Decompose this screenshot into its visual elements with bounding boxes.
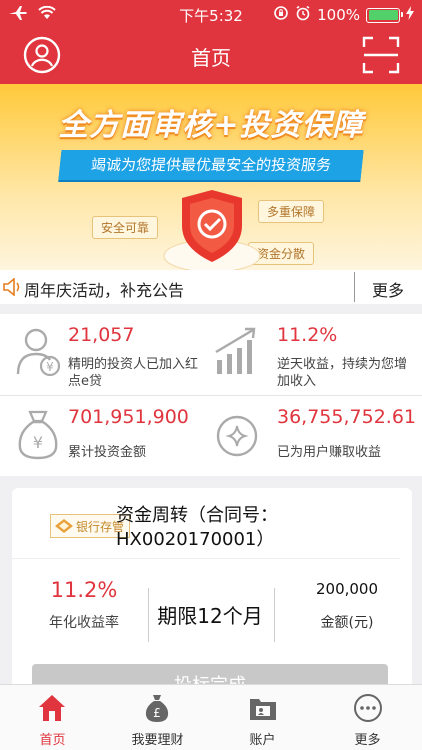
promo-banner[interactable]: 全方面审核+投资保障 竭诚为您提供最优最安全的投资服务 安全可靠 多重保障 资金… [0,84,422,270]
stat-yield: 11.2% 逆天收益，持续为您增加收入 [211,314,422,394]
earnings-icon [216,415,258,457]
stat-total-invested: ¥ 701,951,900 累计投资金额 [0,396,211,476]
stat-investors: ¥ 21,057 精明的投资人已加入红点e贷 [0,314,211,394]
growth-chart-icon [215,327,256,374]
platform-stats: ¥ 21,057 精明的投资人已加入红点e贷 11.2% 逆天收益，持续为您增加… [0,314,422,476]
battery-icon [366,7,403,23]
announcement-text[interactable]: 周年庆活动，补充公告 [24,277,184,301]
diamond-logo-icon [55,519,73,533]
stat-total-earnings: 36,755,752.61 已为用户赚取收益 [211,396,422,476]
money-bag-icon: £ [145,695,169,722]
announcement-more-link[interactable]: 更多 [372,277,404,301]
rate-column: 11.2% 年化收益率 [34,578,134,632]
banner-tag-guarantee: 多重保障 [258,200,325,223]
more-icon [354,694,382,722]
battery-percent: 100% [317,6,360,24]
stat-desc: 精明的投资人已加入红点e贷 [68,357,199,389]
tab-account[interactable]: 账户 [210,685,315,750]
product-title[interactable]: 资金周转（合同号：HX0020170001） [116,504,376,552]
loan-amount: 200,000 [315,580,379,598]
divider [354,272,355,302]
tab-label: 更多 [354,733,381,748]
tab-label: 我要理财 [131,733,184,748]
stat-value: 11.2% [277,324,338,346]
svg-text:¥: ¥ [46,360,54,374]
term-length: 期限12个月 [157,604,263,628]
amount-column: 200,000 金额(元) [282,580,412,632]
alarm-icon [295,5,311,25]
home-icon [39,695,65,721]
charging-icon [406,6,414,24]
annual-rate: 11.2% [50,578,118,602]
tab-home[interactable]: 首页 [0,685,105,750]
announcement-bar[interactable]: 周年庆活动，补充公告 更多 [0,270,422,304]
investor-icon: ¥ [16,328,61,377]
tab-label: 首页 [39,733,66,748]
divider [12,558,400,559]
svg-text:£: £ [153,706,161,720]
security-shield-icon [163,190,261,270]
stat-desc: 累计投资金额 [68,445,147,460]
divider [148,588,149,642]
tab-label: 账户 [249,733,276,748]
speaker-icon [2,277,22,300]
svg-text:¥: ¥ [33,433,43,452]
divider [274,588,275,642]
banner-headline: 全方面审核+投资保障 [58,108,364,143]
stat-value: 701,951,900 [68,406,189,428]
stat-value: 36,755,752.61 [277,406,417,428]
scan-qr-icon[interactable] [362,36,400,74]
stat-desc: 已为用户赚取收益 [277,445,382,460]
annual-rate-label: 年化收益率 [49,615,119,631]
stat-desc: 逆天收益，持续为您增加收入 [277,357,408,389]
banner-subtitle: 竭诚为您提供最优最安全的投资服务 [58,150,364,180]
tab-invest[interactable]: £ 我要理财 [105,685,210,750]
banner-tag-safe: 安全可靠 [92,216,159,239]
tab-bar: 首页 £ 我要理财 账户 更多 [0,684,422,750]
stat-value: 21,057 [68,324,135,346]
tab-more[interactable]: 更多 [315,685,420,750]
account-folder-icon [250,699,276,720]
nav-bar: 首页 [0,28,422,84]
page-title: 首页 [191,46,231,70]
money-bag-icon: ¥ [18,410,58,460]
loan-amount-label: 金额(元) [320,615,374,631]
rotation-lock-icon [273,5,289,25]
product-card[interactable]: 银行存管 资金周转（合同号：HX0020170001） 11.2% 年化收益率 … [12,488,412,708]
status-bar: 下午5:32 100% [0,0,422,28]
